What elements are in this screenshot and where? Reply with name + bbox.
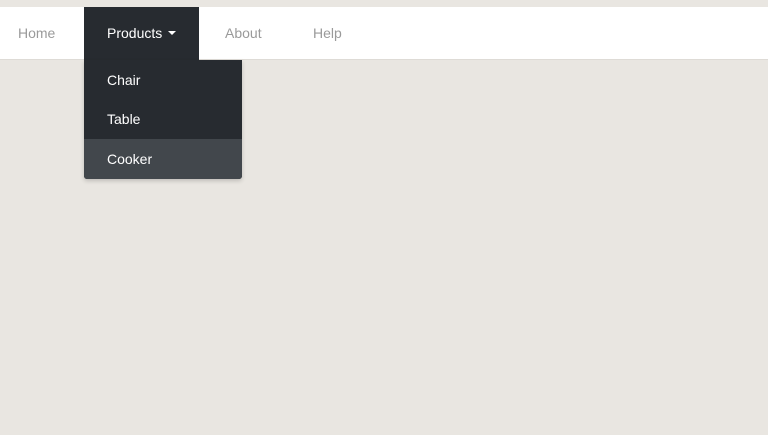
- nav-item-home[interactable]: Home: [18, 7, 55, 60]
- nav-item-home-label: Home: [18, 25, 56, 41]
- dropdown-item-cooker-label: Cooker: [107, 151, 153, 167]
- dropdown-item-table-label: Table: [107, 111, 141, 127]
- navbar: Home Products About Help: [0, 7, 768, 60]
- dropdown-item-chair[interactable]: Chair: [84, 61, 242, 100]
- dropdown-item-cooker[interactable]: Cooker: [84, 139, 242, 179]
- nav-item-about-label: About: [225, 25, 262, 41]
- nav-item-about[interactable]: About: [225, 7, 262, 60]
- dropdown-item-table[interactable]: Table: [84, 100, 242, 139]
- nav-item-products-label: Products: [107, 25, 163, 41]
- dropdown-item-chair-label: Chair: [107, 72, 141, 88]
- nav-item-help-label: Help: [313, 25, 342, 41]
- nav-item-help[interactable]: Help: [313, 7, 342, 60]
- top-strip: [0, 0, 768, 7]
- products-dropdown-menu: Chair Table Cooker: [84, 60, 242, 179]
- caret-down-icon: [168, 31, 177, 36]
- nav-item-products[interactable]: Products: [84, 7, 199, 60]
- page: Home Products About Help Chair Table Coo…: [0, 0, 768, 435]
